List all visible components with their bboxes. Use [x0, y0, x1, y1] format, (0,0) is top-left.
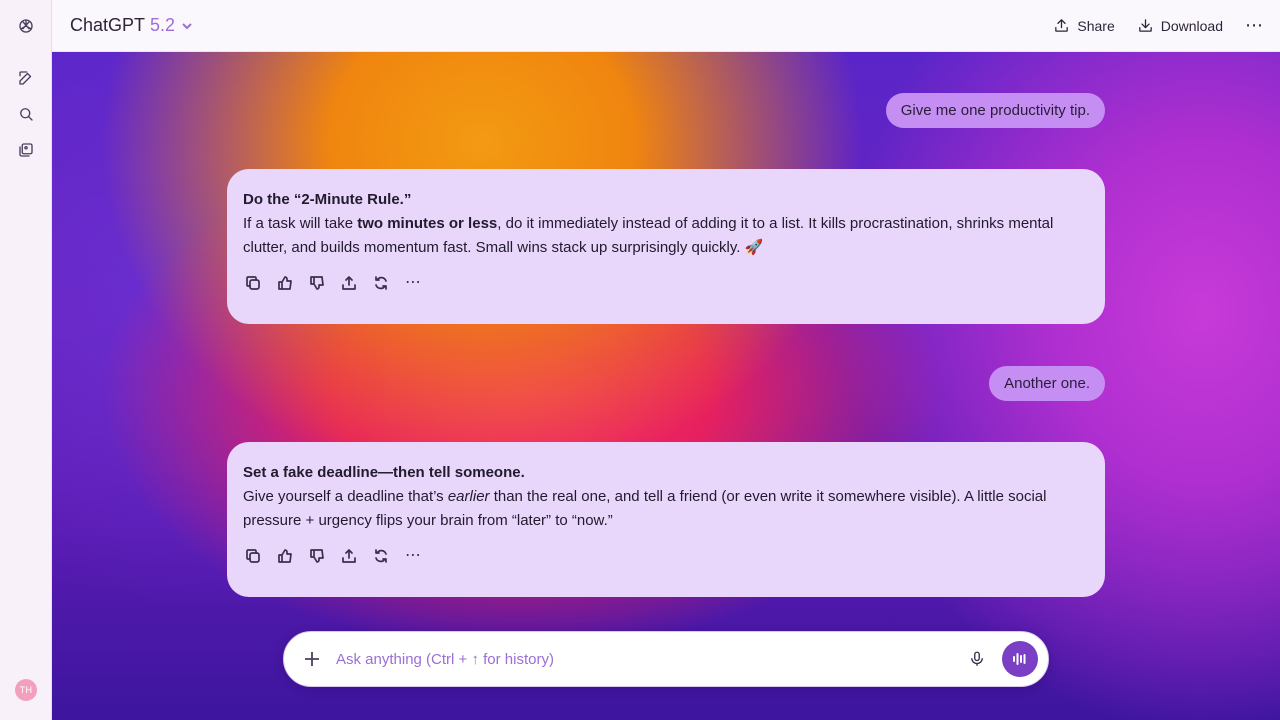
message-actions: ⋯	[245, 548, 1089, 564]
download-button[interactable]: Download	[1137, 17, 1223, 34]
thumbs-down-icon[interactable]	[309, 275, 325, 291]
conversation-area[interactable]: Give me one productivity tip. Do the “2-…	[52, 52, 1280, 720]
share-button[interactable]: Share	[1053, 17, 1115, 34]
download-label: Download	[1160, 17, 1223, 34]
waveform-icon	[1013, 653, 1026, 665]
model-version: 5.2	[150, 15, 176, 35]
assistant-message: Do the “2-Minute Rule.” If a task will t…	[227, 169, 1105, 324]
share-label: Share	[1077, 17, 1115, 34]
prompt-input[interactable]: Ask anything (Ctrl + ↑ for history)	[336, 651, 968, 668]
chevron-down-icon	[182, 22, 192, 29]
more-icon[interactable]: ⋯	[405, 275, 422, 291]
thumbs-up-icon[interactable]	[277, 548, 293, 564]
more-options-icon[interactable]: ⋯	[1245, 15, 1264, 36]
voice-mode-button[interactable]	[1002, 641, 1038, 677]
openai-logo-icon[interactable]	[14, 14, 38, 38]
model-name: ChatGPT	[70, 15, 146, 35]
regenerate-icon[interactable]	[373, 548, 389, 564]
share-icon[interactable]	[341, 275, 357, 291]
copy-icon[interactable]	[245, 275, 261, 291]
search-icon[interactable]	[14, 102, 38, 126]
composer[interactable]: Ask anything (Ctrl + ↑ for history)	[283, 631, 1049, 687]
images-icon[interactable]	[14, 138, 38, 162]
message-actions: ⋯	[245, 275, 1089, 291]
plus-icon[interactable]	[302, 649, 322, 669]
thumbs-up-icon[interactable]	[277, 275, 293, 291]
sidebar: TH	[0, 0, 52, 720]
user-message: Another one.	[989, 366, 1105, 401]
avatar[interactable]: TH	[15, 679, 37, 701]
assistant-message: Set a fake deadline—then tell someone. G…	[227, 442, 1105, 597]
assistant-message-title: Set a fake deadline—then tell someone.	[243, 464, 525, 481]
regenerate-icon[interactable]	[373, 275, 389, 291]
model-selector[interactable]: ChatGPT 5.2	[70, 15, 193, 36]
microphone-icon[interactable]	[968, 650, 986, 668]
assistant-message-body: If a task will take two minutes or less,…	[243, 215, 1054, 256]
new-chat-icon[interactable]	[14, 66, 38, 90]
more-icon[interactable]: ⋯	[405, 548, 422, 564]
share-icon[interactable]	[341, 548, 357, 564]
copy-icon[interactable]	[245, 548, 261, 564]
thumbs-down-icon[interactable]	[309, 548, 325, 564]
assistant-message-title: Do the “2-Minute Rule.”	[243, 191, 412, 208]
upload-icon	[1055, 19, 1069, 32]
user-message: Give me one productivity tip.	[885, 93, 1105, 128]
download-icon	[1138, 19, 1152, 32]
assistant-message-body: Give yourself a deadline that’s earlier …	[243, 488, 1047, 529]
header: ChatGPT 5.2 Share Download ⋯	[52, 0, 1280, 52]
